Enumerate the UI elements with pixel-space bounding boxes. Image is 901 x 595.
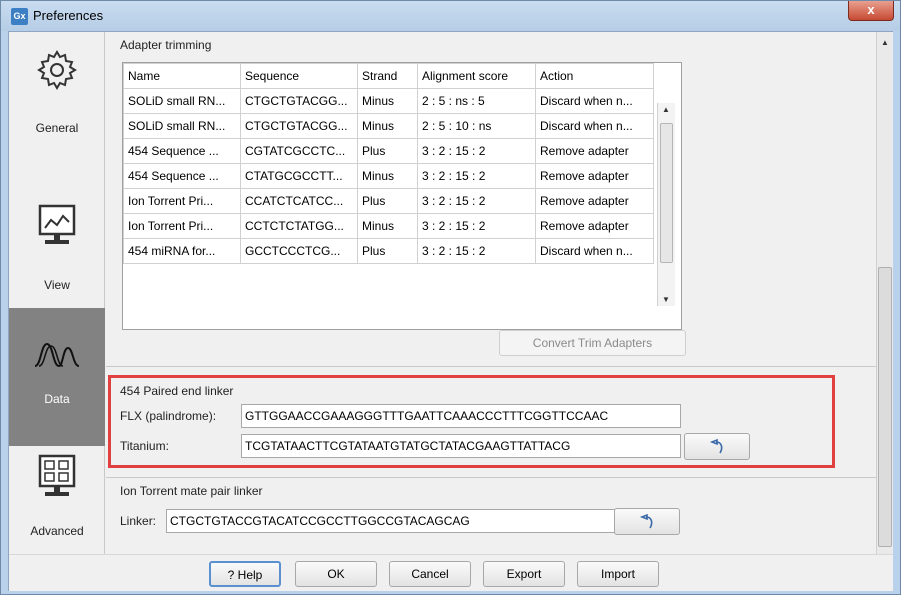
table-cell: Plus xyxy=(357,238,418,264)
adapter-grid: Name Sequence Strand Alignment score Act… xyxy=(123,63,654,264)
sidebar-item-data[interactable]: Data xyxy=(9,308,105,446)
main-scrollbar[interactable]: ▲ xyxy=(876,32,893,554)
import-button[interactable]: Import xyxy=(577,561,659,587)
table-row[interactable]: Ion Torrent Pri... CCATCTCATCC... Plus 3 : … xyxy=(123,188,654,214)
titanium-field[interactable]: TCGTATAACTTCGTATAATGTATGCTATACGAAGTTATTA… xyxy=(241,434,681,458)
table-cell: CTGCTGTACGG... xyxy=(240,113,358,139)
table-cell: CCTCTCTATGG... xyxy=(240,213,358,239)
adapter-table: Name Sequence Strand Alignment score Act… xyxy=(122,62,682,330)
main-scroll-thumb[interactable] xyxy=(878,267,892,547)
column-header-strand[interactable]: Strand xyxy=(357,63,418,89)
divider xyxy=(106,366,876,367)
table-row[interactable]: Ion Torrent Pri... CCTCTCTATGG... Minus 3 :… xyxy=(123,213,654,239)
table-cell: Remove adapter xyxy=(535,138,654,164)
table-row[interactable]: SOLiD small RN... CTGCTGTACGG... Minus 2 : … xyxy=(123,113,654,139)
table-cell: Discard when n... xyxy=(535,238,654,264)
table-cell: SOLiD small RN... xyxy=(123,113,241,139)
table-scroll-thumb[interactable] xyxy=(660,123,673,263)
table-cell: Remove adapter xyxy=(535,213,654,239)
table-cell: 454 Sequence ... xyxy=(123,138,241,164)
column-header-action[interactable]: Action xyxy=(535,63,654,89)
app-icon: Gx xyxy=(11,8,28,25)
sidebar-item-label: Advanced xyxy=(30,524,84,538)
button-bar: ? Help OK Cancel Export Import xyxy=(9,554,893,591)
sidebar-item-label: General xyxy=(35,121,79,135)
table-cell: 454 miRNA for... xyxy=(123,238,241,264)
paired-linker-title: 454 Paired end linker xyxy=(120,384,234,398)
sidebar-item-label: Data xyxy=(44,392,70,406)
reset-titanium-button[interactable] xyxy=(684,433,750,460)
preferences-window: Gx Preferences x General View Data Advan… xyxy=(0,0,901,595)
table-row[interactable]: 454 Sequence ... CTATGCGCCTT... Minus 3 : 2… xyxy=(123,163,654,189)
table-cell: 3 : 2 : 15 : 2 xyxy=(417,213,536,239)
table-cell: Minus xyxy=(357,163,418,189)
table-cell: CCATCTCATCC... xyxy=(240,188,358,214)
convert-trim-adapters-button[interactable]: Convert Trim Adapters xyxy=(499,330,686,356)
table-cell: Discard when n... xyxy=(535,113,654,139)
linker-field[interactable]: CTGCTGTACCGTACATCCGCCTTGGCCGTACAGCAG xyxy=(166,509,616,533)
reset-linker-button[interactable] xyxy=(614,508,680,535)
table-cell: Plus xyxy=(357,188,418,214)
table-cell: Remove adapter xyxy=(535,163,654,189)
table-cell: 3 : 2 : 15 : 2 xyxy=(417,138,536,164)
scroll-up-arrow-icon[interactable]: ▲ xyxy=(662,105,670,114)
table-scrollbar[interactable]: ▲ ▼ xyxy=(657,103,675,306)
waveform-icon xyxy=(34,342,80,368)
scroll-up-arrow-icon[interactable]: ▲ xyxy=(881,38,889,47)
export-button[interactable]: Export xyxy=(483,561,565,587)
table-cell: 454 Sequence ... xyxy=(123,163,241,189)
ion-linker-title: Ion Torrent mate pair linker xyxy=(120,484,263,498)
titanium-label: Titanium: xyxy=(120,439,169,453)
table-cell: Ion Torrent Pri... xyxy=(123,188,241,214)
title-bar[interactable]: Gx Preferences x xyxy=(1,1,900,31)
undo-arrow-icon xyxy=(709,438,723,454)
scroll-down-arrow-icon[interactable]: ▼ xyxy=(662,295,670,304)
category-sidebar: General View Data Advanced xyxy=(9,32,105,554)
dialog-body: General View Data Advanced Adapter trimm… xyxy=(8,31,893,591)
sidebar-item-label: View xyxy=(44,278,70,292)
undo-arrow-icon xyxy=(639,513,653,529)
cancel-button[interactable]: Cancel xyxy=(389,561,471,587)
table-cell: Discard when n... xyxy=(535,88,654,114)
table-row[interactable]: 454 Sequence ... CGTATCGCCTC... Plus 3 : 2 … xyxy=(123,138,654,164)
help-button[interactable]: ? Help xyxy=(209,561,281,587)
table-cell: CTGCTGTACGG... xyxy=(240,88,358,114)
table-cell: Remove adapter xyxy=(535,188,654,214)
table-cell: 2 : 5 : ns : 5 xyxy=(417,88,536,114)
gear-icon xyxy=(37,50,77,90)
table-cell: Plus xyxy=(357,138,418,164)
table-cell: Ion Torrent Pri... xyxy=(123,213,241,239)
table-cell: 3 : 2 : 15 : 2 xyxy=(417,188,536,214)
table-cell: SOLiD small RN... xyxy=(123,88,241,114)
table-cell: Minus xyxy=(357,113,418,139)
table-cell: Minus xyxy=(357,88,418,114)
checkbox-monitor-icon xyxy=(38,454,76,496)
table-row[interactable]: 454 miRNA for... GCCTCCCTCG... Plus 3 : 2 :… xyxy=(123,238,654,264)
window-title: Preferences xyxy=(33,8,104,23)
table-cell: CTATGCGCCTT... xyxy=(240,163,358,189)
table-cell: 2 : 5 : 10 : ns xyxy=(417,113,536,139)
sidebar-item-view[interactable]: View xyxy=(9,170,105,308)
flx-field[interactable]: GTTGGAACCGAAAGGGTTTGAATTCAAACCCTTTCGGTTC… xyxy=(241,404,681,428)
ok-button[interactable]: OK xyxy=(295,561,377,587)
divider xyxy=(106,477,876,478)
sidebar-item-general[interactable]: General xyxy=(9,32,105,170)
table-cell: Minus xyxy=(357,213,418,239)
monitor-chart-icon xyxy=(38,204,76,244)
table-cell: GCCTCCCTCG... xyxy=(240,238,358,264)
table-cell: 3 : 2 : 15 : 2 xyxy=(417,238,536,264)
column-header-sequence[interactable]: Sequence xyxy=(240,63,358,89)
column-header-alignment-score[interactable]: Alignment score xyxy=(417,63,536,89)
adapter-trimming-title: Adapter trimming xyxy=(120,38,212,52)
column-header-name[interactable]: Name xyxy=(123,63,241,89)
table-cell: CGTATCGCCTC... xyxy=(240,138,358,164)
close-button[interactable]: x xyxy=(848,1,894,21)
preferences-content: Adapter trimming Name Sequence Strand Al… xyxy=(106,32,876,554)
linker-label: Linker: xyxy=(120,514,157,528)
table-row[interactable]: SOLiD small RN... CTGCTGTACGG... Minus 2 : … xyxy=(123,88,654,114)
flx-label: FLX (palindrome): xyxy=(120,409,217,423)
table-cell: 3 : 2 : 15 : 2 xyxy=(417,163,536,189)
